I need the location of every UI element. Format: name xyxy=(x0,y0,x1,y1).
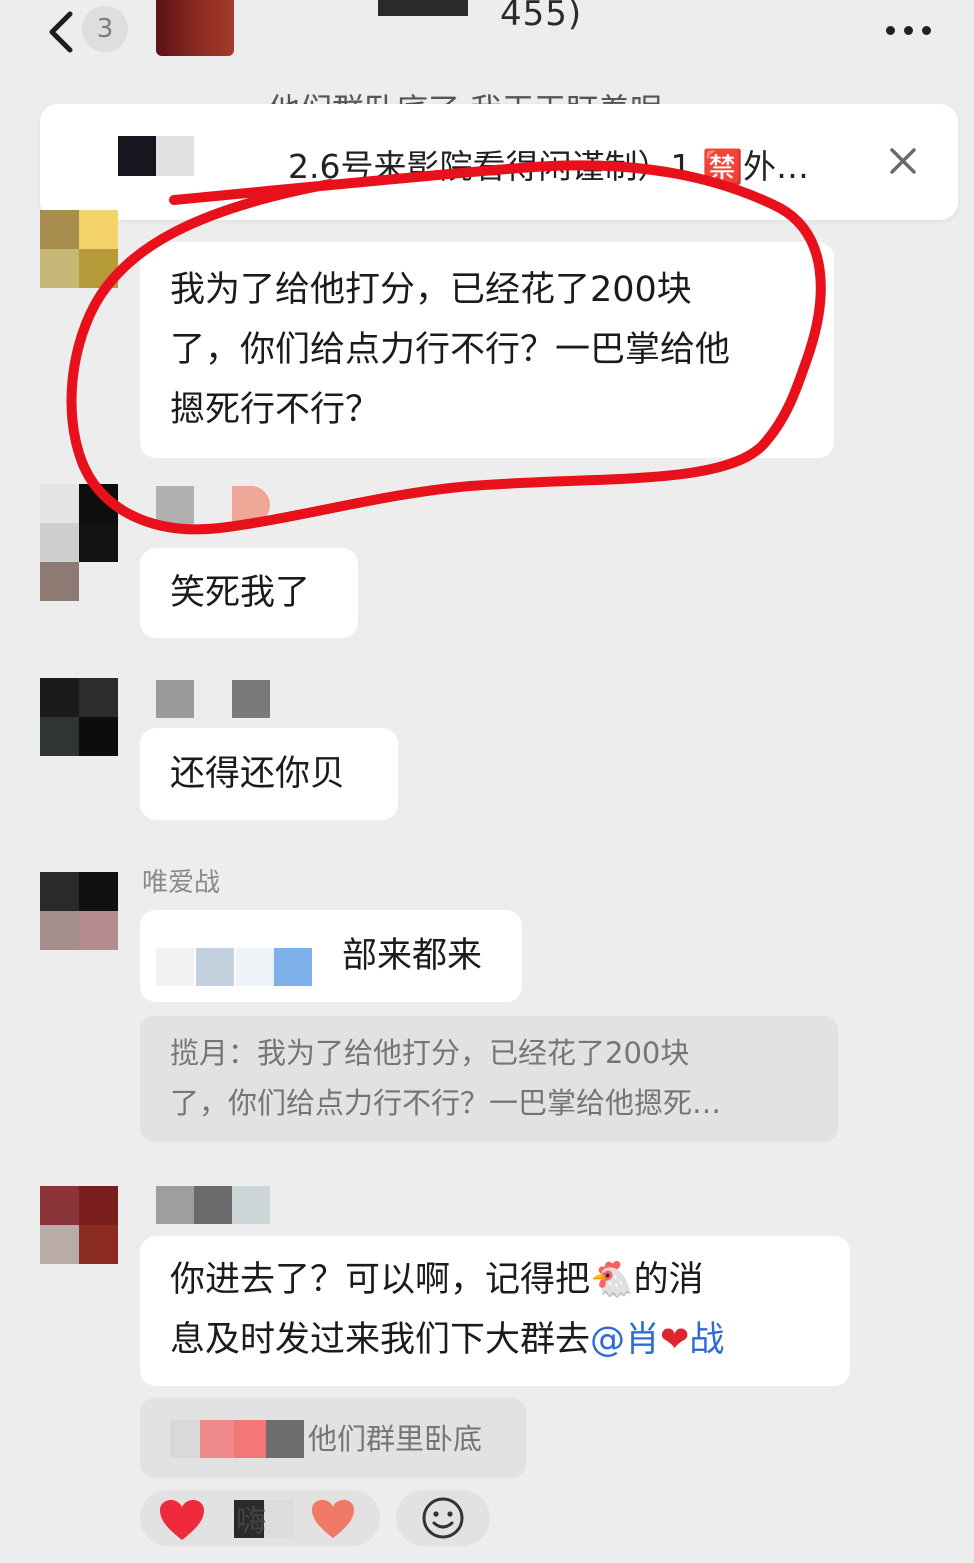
smiley-icon xyxy=(422,1497,464,1539)
sender-name: 唯爱战 xyxy=(142,868,221,898)
message-text-line: 摁死行不行？ xyxy=(170,390,381,430)
heart-icon xyxy=(312,1499,354,1539)
redacted-text xyxy=(156,948,316,986)
message-bubble[interactable]: 你进去了？可以啊，记得把🐔的消 息及时发过来我们下大群去@肖❤战 xyxy=(140,1236,850,1386)
message-text-line: 了，你们给点力行不行？一巴掌给他 xyxy=(170,330,731,370)
pinned-peek-text: 他们群卧底了 我王王盯着呢 xyxy=(268,86,662,104)
message-bubble[interactable]: 部来都来 xyxy=(140,910,522,1002)
quoted-reply[interactable]: 揽月：我为了给他打分，已经花了200块 了，你们给点力行不行？一巴掌给他摁死… xyxy=(140,1016,838,1142)
group-avatar[interactable] xyxy=(156,0,234,56)
close-icon[interactable] xyxy=(886,144,920,178)
quote-author-redacted xyxy=(170,1420,304,1458)
quote-text-line: 了，你们给点力行不行？一巴掌给他摁死… xyxy=(170,1086,722,1120)
message-text-line: 息及时发过来我们下大群去@肖❤战 xyxy=(170,1320,725,1360)
message-text: 还得还你贝 xyxy=(170,754,346,794)
sender-name-redacted xyxy=(156,1186,274,1224)
sender-name-redacted xyxy=(156,680,274,718)
heart-icon: ❤ xyxy=(660,1320,690,1360)
quote-text-line: 揽月：我为了给他打分，已经花了200块 xyxy=(170,1036,690,1070)
avatar[interactable] xyxy=(40,1186,118,1264)
heart-icon xyxy=(160,1500,204,1540)
message-text: 笑死我了 xyxy=(170,573,311,613)
avatar[interactable] xyxy=(40,210,118,288)
message-text-line: 你进去了？可以啊，记得把🐔的消 xyxy=(170,1260,704,1300)
unread-count-badge[interactable]: 3 xyxy=(82,6,128,52)
message-text-line: 我为了给他打分，已经花了200块 xyxy=(170,270,692,310)
pinned-announcement[interactable]: 2.6号来影院看得闲谨制）1.🈲外… xyxy=(40,104,958,220)
group-title-redacted xyxy=(378,0,468,16)
group-member-count: 455) xyxy=(500,0,583,34)
message-bubble[interactable]: 还得还你贝 xyxy=(140,728,398,820)
mention-link[interactable]: @肖❤战 xyxy=(590,1320,724,1360)
message-text: 部来都来 xyxy=(342,936,483,976)
back-chevron-icon[interactable] xyxy=(42,8,82,56)
avatar[interactable] xyxy=(40,484,118,602)
reaction-chip[interactable]: 嗨 xyxy=(140,1490,380,1546)
message-bubble[interactable]: 笑死我了 xyxy=(140,548,358,638)
avatar[interactable] xyxy=(40,678,118,756)
quoted-reply[interactable]: 他们群里卧底 xyxy=(140,1398,526,1478)
pinned-text: 2.6号来影院看得闲谨制）1.🈲外… xyxy=(288,147,810,186)
sender-name-redacted xyxy=(156,486,274,524)
quote-text: 他们群里卧底 xyxy=(308,1422,483,1456)
avatar[interactable] xyxy=(40,872,118,950)
pinned-sender-avatar xyxy=(118,136,194,176)
reaction-label: 嗨 xyxy=(236,1504,266,1539)
more-icon[interactable] xyxy=(880,16,940,46)
message-bubble[interactable]: 我为了给他打分，已经花了200块 了，你们给点力行不行？一巴掌给他 摁死行不行？ xyxy=(140,242,834,458)
top-bar: 3 455) xyxy=(0,0,974,86)
chicken-emoji: 🐔 xyxy=(590,1260,634,1300)
add-reaction-button[interactable] xyxy=(396,1490,490,1546)
